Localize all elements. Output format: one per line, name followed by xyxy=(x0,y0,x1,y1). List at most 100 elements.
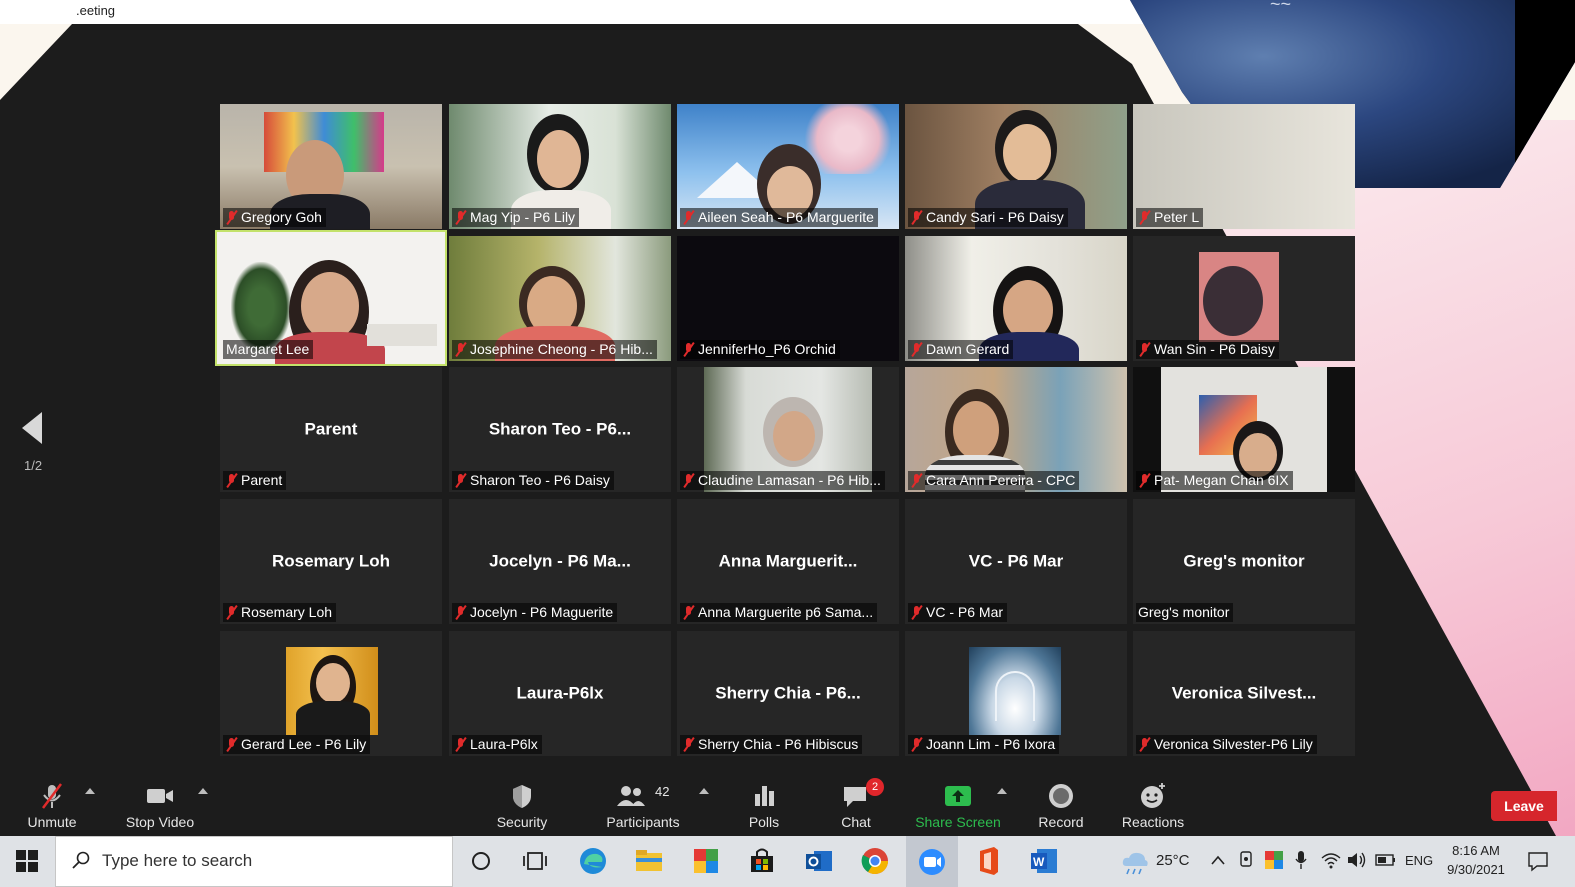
stop-video-button[interactable]: Stop Video xyxy=(110,776,210,836)
video-tile[interactable]: Sharon Teo - P6... Sharon Teo - P6 Daisy xyxy=(449,367,671,492)
tile-name-label: Sherry Chia - P6 Hibiscus xyxy=(680,735,863,754)
notification-center-icon[interactable] xyxy=(1526,849,1550,873)
share-screen-icon xyxy=(945,786,971,806)
leave-button[interactable]: Leave xyxy=(1491,791,1557,821)
chat-button[interactable]: 2 Chat xyxy=(806,776,906,836)
video-tile[interactable]: Candy Sari - P6 Daisy xyxy=(905,104,1127,229)
tile-name-label: Rosemary Loh xyxy=(223,603,337,622)
tile-center-name: VC - P6 Mar xyxy=(968,551,1064,571)
battery-icon[interactable] xyxy=(1375,852,1397,868)
taskbar-clock[interactable]: 8:16 AM 9/30/2021 xyxy=(1443,841,1509,879)
avatar-silhouette xyxy=(1203,266,1263,336)
previous-page-arrow-icon[interactable] xyxy=(22,412,42,444)
record-label: Record xyxy=(1038,814,1084,830)
store-icon[interactable] xyxy=(745,844,779,878)
tile-name-label: Candy Sari - P6 Daisy xyxy=(908,208,1068,227)
mic-muted-icon xyxy=(226,210,237,225)
microphone-tray-icon[interactable] xyxy=(1293,849,1309,871)
video-tile[interactable]: Pat- Megan Chan 6IX xyxy=(1133,367,1355,492)
chrome-icon[interactable] xyxy=(858,844,892,878)
video-tile[interactable]: Cara Ann Pereira - CPC xyxy=(905,367,1127,492)
tile-name-label: Gregory Goh xyxy=(223,208,326,227)
tile-name-label: Gerard Lee - P6 Lily xyxy=(223,735,371,754)
mic-muted-icon xyxy=(1139,737,1150,752)
tile-name-text: Peter L xyxy=(1154,209,1200,225)
audio-options-caret-icon[interactable] xyxy=(85,788,95,794)
participants-icon xyxy=(617,786,645,806)
tray-app-icon[interactable] xyxy=(1263,849,1285,871)
edge-icon[interactable] xyxy=(576,844,610,878)
photos-icon[interactable] xyxy=(689,844,723,878)
video-tile[interactable]: JenniferHo_P6 Orchid xyxy=(677,236,899,361)
video-tile[interactable]: Parent Parent xyxy=(220,367,442,492)
video-tile[interactable]: Anna Marguerit... Anna Marguerite p6 Sam… xyxy=(677,499,899,624)
page-indicator: 1/2 xyxy=(24,458,43,473)
video-tile[interactable]: Joann Lim - P6 Ixora xyxy=(905,631,1127,756)
file-explorer-icon[interactable] xyxy=(632,844,666,878)
share-screen-button[interactable]: Share Screen xyxy=(908,776,1008,836)
video-tile[interactable]: Claudine Lamasan - P6 Hib... xyxy=(677,367,899,492)
tile-name-label: Peter L xyxy=(1136,208,1204,227)
video-tile[interactable]: Veronica Silvest... Veronica Silvester-P… xyxy=(1133,631,1355,756)
video-tile[interactable]: Greg's monitor Greg's monitor xyxy=(1133,499,1355,624)
unmute-button[interactable]: Unmute xyxy=(2,776,102,836)
reactions-label: Reactions xyxy=(1121,814,1185,830)
weather-temperature[interactable]: 25°C xyxy=(1156,852,1190,869)
show-hidden-icons-chevron-icon[interactable] xyxy=(1210,854,1226,866)
security-button[interactable]: Security xyxy=(472,776,572,836)
video-tile[interactable]: Laura-P6lx Laura-P6lx xyxy=(449,631,671,756)
share-options-caret-icon[interactable] xyxy=(997,788,1007,794)
video-tile[interactable]: Aileen Seah - P6 Marguerite xyxy=(677,104,899,229)
video-tile[interactable]: Dawn Gerard xyxy=(905,236,1127,361)
video-tile[interactable]: Rosemary Loh Rosemary Loh xyxy=(220,499,442,624)
task-view-icon[interactable] xyxy=(518,844,552,878)
shield-icon xyxy=(513,785,531,808)
mic-muted-icon xyxy=(455,210,466,225)
mic-muted-icon xyxy=(455,605,466,620)
record-icon xyxy=(1049,784,1073,808)
tile-name-text: Laura-P6lx xyxy=(470,736,538,752)
cortana-icon[interactable] xyxy=(464,844,498,878)
participants-button[interactable]: 42 Participants xyxy=(593,776,693,836)
polls-button[interactable]: Polls xyxy=(714,776,814,836)
outlook-icon[interactable] xyxy=(802,844,836,878)
input-language[interactable]: ENG xyxy=(1405,853,1433,868)
volume-icon[interactable] xyxy=(1346,850,1368,870)
video-tile[interactable]: Josephine Cheong - P6 Hib... xyxy=(449,236,671,361)
zoom-taskbar-button[interactable] xyxy=(906,836,958,887)
wifi-icon[interactable] xyxy=(1320,850,1342,870)
video-tile[interactable]: Mag Yip - P6 Lily xyxy=(449,104,671,229)
video-tile[interactable]: Jocelyn - P6 Ma... Jocelyn - P6 Maguerit… xyxy=(449,499,671,624)
participants-count: 42 xyxy=(655,784,670,799)
video-tile[interactable]: Wan Sin - P6 Daisy xyxy=(1133,236,1355,361)
tile-name-text: JenniferHo_P6 Orchid xyxy=(698,341,836,357)
video-tile[interactable]: Gerard Lee - P6 Lily xyxy=(220,631,442,756)
video-tile[interactable]: Sherry Chia - P6... Sherry Chia - P6 Hib… xyxy=(677,631,899,756)
tile-name-label: Parent xyxy=(223,471,287,490)
tile-center-name: Veronica Silvest... xyxy=(1171,683,1317,703)
taskbar-search-box[interactable]: Type here to search xyxy=(55,836,453,887)
video-options-caret-icon[interactable] xyxy=(198,788,208,794)
video-tile[interactable]: VC - P6 Mar VC - P6 Mar xyxy=(905,499,1127,624)
tile-name-text: Gerard Lee - P6 Lily xyxy=(241,736,367,752)
reactions-button[interactable]: Reactions xyxy=(1103,776,1203,836)
tile-name-label: Jocelyn - P6 Maguerite xyxy=(452,603,618,622)
meet-now-icon[interactable] xyxy=(1237,850,1255,870)
share-screen-label: Share Screen xyxy=(915,814,1001,830)
participant-face xyxy=(1003,124,1051,182)
tile-name-label: VC - P6 Mar xyxy=(908,603,1008,622)
tile-name-text: Jocelyn - P6 Maguerite xyxy=(470,604,614,620)
video-tile[interactable]: Peter L xyxy=(1133,104,1355,229)
word-icon[interactable]: W xyxy=(1027,844,1061,878)
video-tile-active-speaker[interactable]: Margaret Lee xyxy=(215,230,447,366)
office-icon[interactable] xyxy=(971,844,1005,878)
video-tile[interactable]: Gregory Goh xyxy=(220,104,442,229)
windows-start-icon[interactable] xyxy=(16,850,38,872)
tile-name-label: Mag Yip - P6 Lily xyxy=(452,208,580,227)
tile-name-text: Parent xyxy=(241,472,283,488)
mic-muted-icon xyxy=(455,473,466,488)
polls-label: Polls xyxy=(748,814,780,830)
participants-options-caret-icon[interactable] xyxy=(699,788,709,794)
tile-center-name: Sherry Chia - P6... xyxy=(715,683,861,703)
record-button[interactable]: Record xyxy=(1011,776,1111,836)
